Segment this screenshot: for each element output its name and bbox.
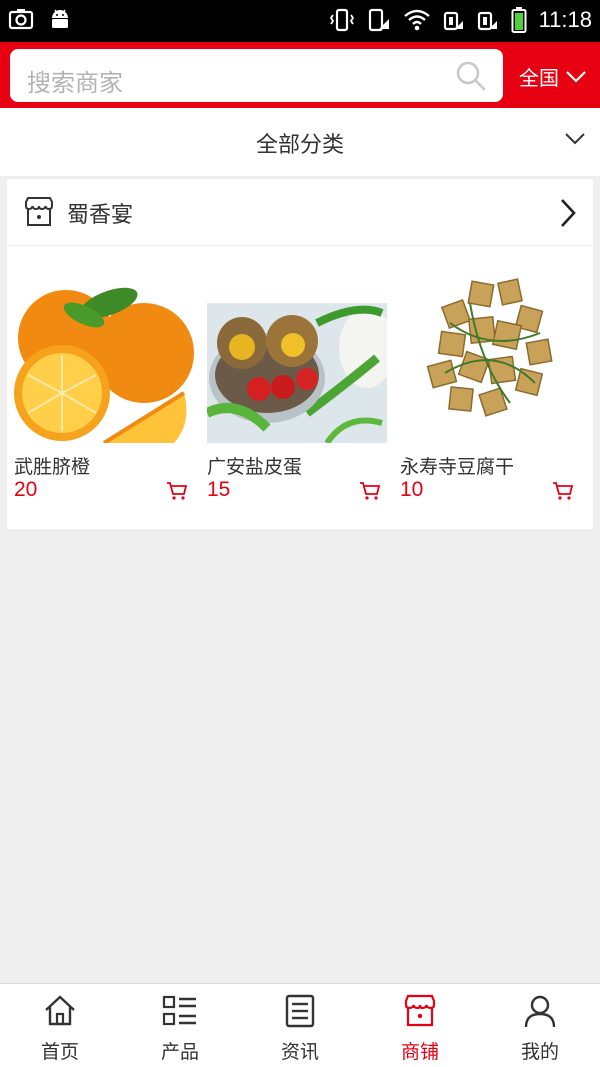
status-clock: 11:18 — [538, 7, 592, 32]
tab-label: 商铺 — [400, 1041, 439, 1063]
product-name: 武胜脐橙 — [14, 456, 91, 478]
bottom-tab-bar: 首页 产品 资讯 商铺 我的 — [0, 983, 600, 1067]
phone-signal-icon — [368, 8, 389, 32]
product-image-salted-eggs[interactable] — [207, 263, 387, 443]
shop-name: 蜀香宴 — [67, 203, 134, 228]
category-label: 全部分类 — [255, 133, 344, 158]
battery-icon — [511, 7, 527, 33]
product-name: 广安盐皮蛋 — [207, 456, 303, 478]
sim2-signal-icon — [477, 11, 497, 31]
product-price: 15 — [207, 478, 231, 501]
chevron-right-icon[interactable] — [559, 198, 577, 228]
android-icon — [52, 9, 68, 28]
wifi-icon — [403, 9, 430, 31]
screenshot-icon — [8, 9, 34, 30]
tab-news[interactable]: 资讯 — [240, 984, 360, 1067]
product-price: 20 — [14, 478, 38, 501]
chevron-down-icon — [566, 70, 586, 83]
news-icon — [285, 994, 315, 1028]
cart-icon[interactable] — [552, 481, 574, 501]
tab-mine[interactable]: 我的 — [480, 984, 600, 1067]
tab-label: 资讯 — [280, 1041, 319, 1063]
tab-shops[interactable]: 商铺 — [360, 984, 480, 1067]
shop-icon — [404, 994, 436, 1027]
product-image-dried-tofu[interactable] — [400, 263, 580, 443]
product-card[interactable]: 永寿寺豆腐干 10 — [400, 263, 580, 501]
shop-card: 蜀香宴 武胜脐橙 20 广安盐皮蛋 15 永寿寺豆腐干 10 — [7, 179, 593, 529]
search-placeholder: 搜索商家 — [27, 69, 123, 97]
tab-label: 我的 — [520, 1041, 559, 1063]
product-name: 永寿寺豆腐干 — [400, 456, 515, 478]
search-input[interactable]: 搜索商家 — [10, 49, 503, 102]
category-filter[interactable]: 全部分类 — [0, 108, 600, 176]
region-selector[interactable]: 全国 — [519, 62, 587, 91]
product-price: 10 — [400, 478, 424, 501]
cart-icon[interactable] — [359, 481, 381, 501]
shop-header[interactable]: 蜀香宴 — [7, 179, 593, 246]
status-bar: 11:18 — [0, 0, 600, 42]
user-icon — [524, 995, 556, 1028]
home-icon — [45, 995, 75, 1026]
chevron-down-icon — [565, 133, 585, 145]
product-image-oranges[interactable] — [14, 263, 194, 443]
list-icon — [162, 995, 196, 1026]
tab-home[interactable]: 首页 — [0, 984, 120, 1067]
tab-products[interactable]: 产品 — [120, 984, 240, 1067]
cart-icon[interactable] — [166, 481, 188, 501]
tab-label: 产品 — [160, 1041, 199, 1063]
search-icon[interactable] — [455, 60, 487, 92]
product-card[interactable]: 武胜脐橙 20 — [14, 263, 194, 501]
store-icon — [25, 197, 53, 226]
tab-label: 首页 — [40, 1041, 79, 1063]
search-header: 搜索商家 全国 — [0, 42, 600, 108]
region-label: 全国 — [519, 66, 559, 90]
vibrate-icon — [329, 8, 354, 32]
product-card[interactable]: 广安盐皮蛋 15 — [207, 263, 387, 501]
sim1-signal-icon — [443, 11, 463, 31]
